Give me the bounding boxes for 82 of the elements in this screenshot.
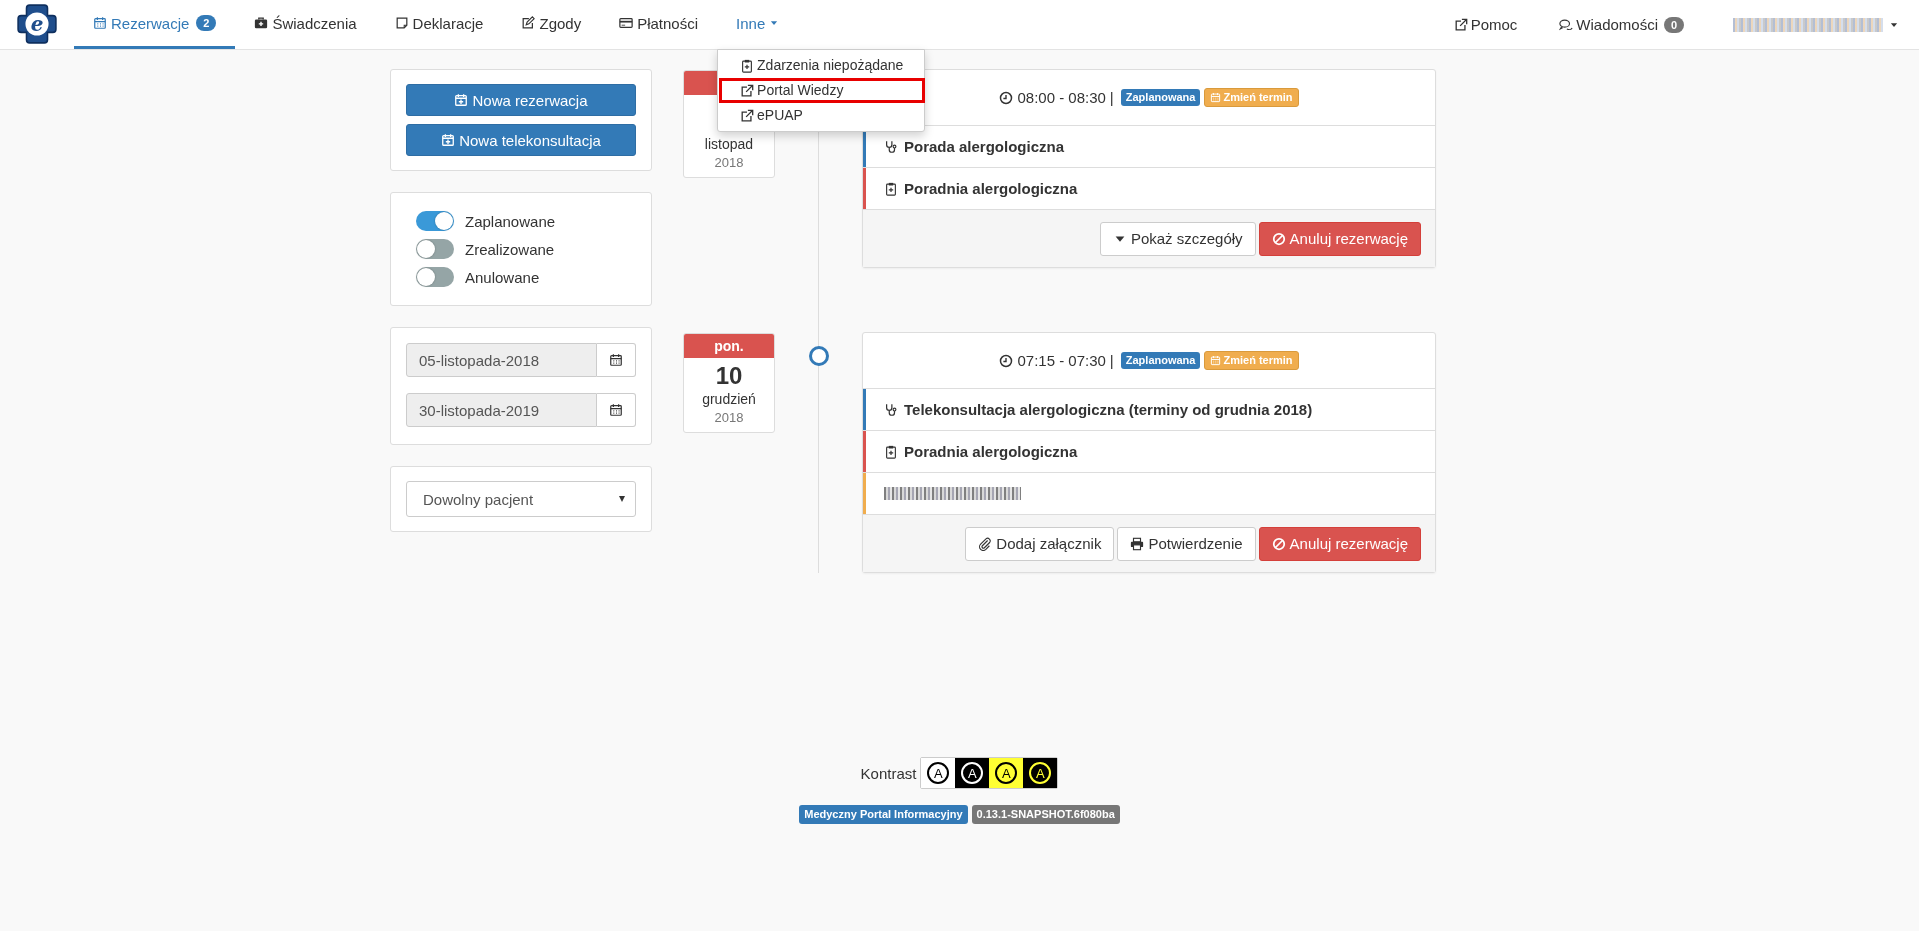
menu-item[interactable]: ePUAP [719,103,926,128]
service-name: Porada alergologiczna [904,138,1065,155]
nav-tab[interactable]: Świadczenia [235,0,376,49]
time-range: 08:00 - 08:30 [1017,89,1106,106]
external-link-icon [1453,17,1468,32]
toggle-label: Zaplanowane [465,212,556,230]
edit-icon [521,16,536,30]
stethoscope-icon [884,139,898,154]
clipboard-icon [740,58,755,73]
weekday: pon. [714,338,744,354]
calendar-button[interactable] [597,393,636,427]
logo[interactable]: e [16,3,58,45]
ban-icon [1271,231,1286,246]
contrast-label: Kontrast [860,764,917,782]
calendar-icon [1210,92,1222,103]
separator: | [1109,352,1114,369]
date-field[interactable]: 05-listopada-2018 [406,343,597,377]
credit-card-icon [619,16,634,30]
calendar-icon [609,403,623,417]
date-field[interactable]: 30-listopada-2019 [406,393,597,427]
time-range: 07:15 - 07:30 [1017,352,1106,369]
clipboard-icon [884,444,898,459]
app-name-badge: Medyczny Portal Informacyjny [799,805,968,824]
calendar-icon [93,16,107,30]
toggle-label: Anulowane [465,268,540,286]
nav-link[interactable]: Wiadomości 0 [1538,0,1705,49]
toggle-label: Zrealizowane [465,240,555,258]
nav-tab[interactable]: Rezerwacje 2 [74,0,236,49]
cancel-button[interactable]: Anuluj rezerwację [1258,221,1421,256]
status-badge: Zaplanowana [1120,352,1201,369]
menu-item[interactable]: Zdarzenia niepożądane [719,53,926,78]
calendar-button[interactable] [597,343,636,377]
nav-tab[interactable]: Zgody [502,0,601,49]
new-booking-button[interactable]: Nowa rezerwacja [406,84,636,116]
nav-tab[interactable]: Deklaracje [375,0,503,49]
count-badge: 0 [1664,16,1684,33]
paperclip-icon [978,536,993,551]
day-number: 10 [715,362,743,390]
status-badge: Zaplanowana [1120,89,1201,106]
nav-link[interactable]: Pomoc [1432,0,1539,49]
external-link-icon [740,83,755,98]
calendar-icon [1210,355,1222,366]
dropdown-arrow-icon [619,496,625,502]
patient-select[interactable]: Dowolny pacjent [406,481,636,517]
stethoscope-icon [884,402,898,417]
menu-item[interactable]: Portal Wiedzy [719,78,926,103]
contrast-option[interactable]: A [955,758,990,788]
attach-button[interactable]: Dodaj załącznik [965,526,1115,561]
calendar-icon [609,353,623,367]
clock-icon [999,353,1014,368]
printer-icon [1130,536,1145,551]
count-badge: 2 [196,15,217,31]
month-name: listopad [704,135,754,153]
clinic-name: Poradnia alergologiczna [904,180,1078,197]
toggle-switch[interactable] [416,239,454,259]
medical-kit-icon [254,16,269,30]
toggle-switch[interactable] [416,211,454,231]
clinic-name: Poradnia alergologiczna [904,443,1078,460]
details-button[interactable]: Pokaż szczegóły [1099,221,1256,256]
version-badge: 0.13.1-SNAPSHOT.6f080ba [971,805,1120,824]
contrast-option[interactable]: A [1023,758,1058,788]
month-name: grudzień [702,390,756,408]
clipboard-icon [884,181,898,196]
ban-icon [1271,536,1286,551]
external-link-icon [740,108,755,123]
document-icon [394,16,409,30]
calendar-plus-icon [454,93,469,107]
calendar-plus-icon [441,133,456,147]
nav-tab[interactable]: Inne [717,0,799,49]
year: 2018 [714,409,744,427]
new-booking-button[interactable]: Nowa telekonsultacja [406,124,636,156]
chat-icon [1559,17,1574,32]
confirmation-button[interactable]: Potwierdzenie [1117,526,1256,561]
contrast-option[interactable]: A [921,758,956,788]
cancel-button[interactable]: Anuluj rezerwację [1258,526,1421,561]
separator: | [1109,89,1114,106]
year: 2018 [714,154,744,172]
service-name: Telekonsultacja alergologiczna (terminy od grudnia 2018) [904,401,1313,418]
clock-icon [999,90,1014,105]
nav-tab[interactable]: Płatności [600,0,718,49]
contrast-option[interactable]: A [989,758,1024,788]
toggle-switch[interactable] [416,267,454,287]
